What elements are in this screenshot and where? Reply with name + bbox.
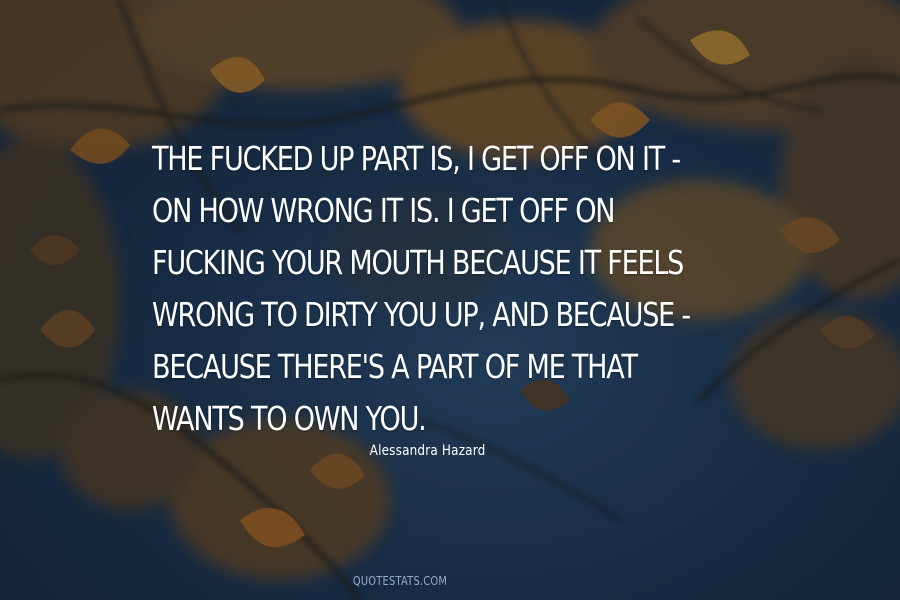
quote-line: FUCKING YOUR MOUTH BECAUSE IT FEELS [152, 243, 684, 282]
quote-line: WRONG TO DIRTY YOU UP, AND BECAUSE - [152, 295, 691, 334]
quote-text: THE FUCKED UP PART IS, I GET OFF ON IT -… [152, 133, 693, 445]
quote-line: ON HOW WRONG IT IS. I GET OFF ON [152, 191, 616, 230]
quote-line: WANTS TO OWN YOU. [152, 399, 427, 438]
site-watermark: QUOTESTATS.COM [352, 574, 448, 588]
quote-card: THE FUCKED UP PART IS, I GET OFF ON IT -… [0, 0, 900, 600]
quote-author: Alessandra Hazard [369, 443, 486, 459]
quote-line: BECAUSE THERE'S A PART OF ME THAT [152, 347, 638, 386]
quote-line: THE FUCKED UP PART IS, I GET OFF ON IT - [152, 139, 681, 178]
